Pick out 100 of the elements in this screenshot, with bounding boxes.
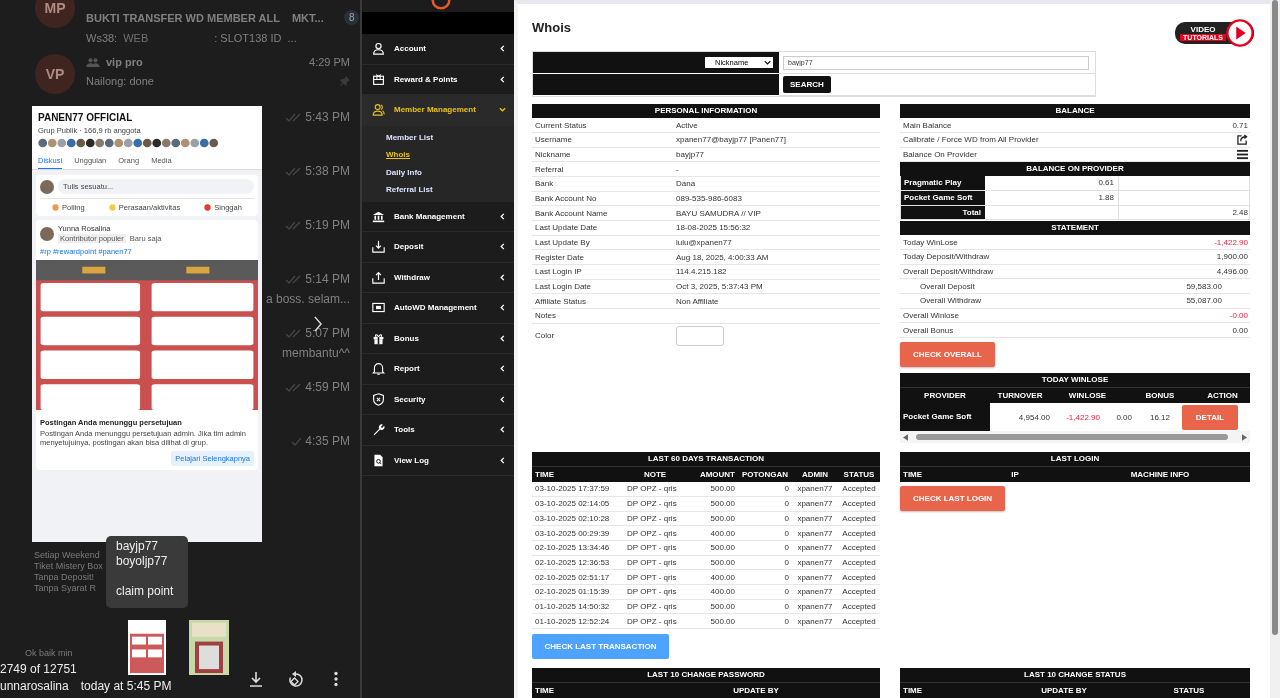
field-value: Aug 18, 2025, 4:00:33 AM [676, 252, 769, 262]
person-icon [372, 42, 385, 56]
table-cell-text: DP OPZ - qris [626, 513, 678, 523]
avatar: MP [35, 0, 75, 28]
field-label: Username [535, 135, 573, 145]
field-value: 1,900.00 [1216, 252, 1248, 262]
sent-time: today at 5:45 PM [80, 679, 172, 693]
message-time: 4:35 PM [305, 434, 350, 448]
total-value: 2.48 [1231, 206, 1249, 219]
column-header: ACTION [1206, 390, 1239, 403]
table-cell-text: 500.00 [709, 543, 736, 553]
message-text: Setiap Weekend [34, 550, 101, 560]
field-value: xpanen77@bayjp77 [Panen77] [676, 135, 786, 145]
scroll-right-icon[interactable] [1242, 433, 1247, 441]
rotate-icon[interactable] [288, 671, 304, 687]
table-cell-text: DP OPZ - qris [626, 484, 678, 494]
field-label: Notes [535, 311, 557, 321]
section-header: STATEMENT [900, 221, 1250, 236]
table-cell-text: 0 [783, 572, 790, 582]
wrench-icon [372, 423, 385, 437]
search-button[interactable]: SEARCH [783, 76, 831, 94]
field-label: Last Update Date [535, 223, 599, 233]
table-cell-text: 02-10-2025 02:51:17 [534, 572, 611, 582]
field-value: -1,422.90 [1214, 237, 1248, 247]
column-header: NOTE [642, 470, 668, 480]
card-icon [372, 301, 385, 315]
message-preview: WEB [123, 32, 149, 44]
table-cell-text: 03-10-2025 02:14:05 [534, 499, 611, 509]
field-label: Color [535, 331, 556, 341]
vertical-scrollbar[interactable] [1270, 0, 1280, 698]
table-cell-text: 0 [783, 484, 790, 494]
field-value: lulu@xpanen77 [676, 238, 732, 248]
table-cell-text: 500.00 [709, 499, 736, 509]
table-cell-text: Accepted [841, 499, 877, 509]
section-header: LAST 60 DAYS TRANSACTION [532, 452, 880, 467]
table-cell-text: 500.00 [709, 513, 736, 523]
table-cell-text: 03-10-2025 17:37:59 [534, 484, 611, 494]
table-cell-text: Accepted [841, 513, 877, 523]
submenu-item[interactable]: Whois [386, 146, 410, 164]
table-cell-text: DP OPZ - qris [626, 601, 678, 611]
table-cell-text: Accepted [841, 557, 877, 567]
sender-name: unnarosalina [0, 679, 69, 693]
table-cell-text: xpanen77 [796, 528, 834, 538]
column-header: TURNOVER [996, 390, 1044, 403]
sidebar-item[interactable]: Member Management [362, 95, 514, 126]
table-cell-text: 0 [783, 499, 790, 509]
table-cell-text: Accepted [841, 543, 877, 553]
message-time: 5:14 PM [305, 272, 350, 286]
field-label: Balance On Provider [903, 149, 977, 159]
table-cell-text: 0 [783, 601, 790, 611]
table-cell-text: 400.00 [709, 528, 736, 538]
table-cell-text: DP OPZ - qris [626, 499, 678, 509]
upload-icon [372, 270, 385, 284]
submenu-item[interactable]: Referral List [386, 181, 433, 199]
avatar [40, 226, 54, 241]
table-cell-text: 500.00 [709, 557, 736, 567]
column-header: WINLOSE [1067, 390, 1108, 403]
submenu-item[interactable]: Daily Info [386, 163, 422, 181]
field-label: Last Login Date [535, 282, 593, 292]
table-cell-text: DP OPT - qris [626, 557, 678, 567]
list-icon[interactable] [1237, 148, 1248, 160]
table-cell-text: 500.00 [709, 484, 736, 494]
submenu-item[interactable]: Member List [386, 128, 434, 146]
field-label: Overall Deposit/Withdraw [903, 267, 994, 277]
field-label: Referral [535, 164, 565, 174]
column-header: TIME [902, 685, 924, 697]
column-header: TIME [534, 685, 556, 697]
table-cell-text: -1,422.90 [1065, 412, 1100, 422]
document-icon [372, 453, 385, 467]
table-cell-text: 0 [783, 528, 790, 538]
table-cell-text: DP OPZ - qris [626, 528, 678, 538]
column-header: TIME [902, 469, 924, 482]
field-label: Last Login IP [535, 267, 583, 277]
field-value: 089-535-986-6083 [676, 193, 742, 203]
table-cell-text: 0.00 [1115, 412, 1132, 422]
field-label: Overall Winlose [903, 311, 959, 321]
message-preview: Nailong: done [86, 75, 154, 87]
column-header: STATUS [1172, 685, 1206, 697]
download-icon[interactable] [248, 671, 264, 687]
field-label: Overall Bonus [903, 325, 954, 335]
play-icon [1226, 19, 1254, 47]
message-time: 4:59 PM [305, 380, 350, 394]
share-icon[interactable] [1237, 134, 1248, 146]
column-header: BONUS [1144, 390, 1176, 403]
column-header: UPDATE BY [732, 685, 780, 697]
bell-icon [372, 362, 385, 376]
table-cell-text: xpanen77 [796, 499, 834, 509]
field-label: Bank Account Name [535, 208, 609, 218]
scroll-left-icon[interactable] [903, 433, 908, 441]
field-label: Overall Deposit [920, 281, 975, 291]
table-cell-text: 500.00 [709, 616, 736, 626]
message-time: 5:19 PM [305, 218, 350, 232]
color-field[interactable] [676, 325, 724, 346]
table-cell-text: xpanen77 [796, 557, 834, 567]
section-header: BALANCE [900, 104, 1250, 119]
field-label: Today WinLose [903, 237, 958, 247]
message-preview: ... [287, 32, 297, 44]
field-value: 59,583.00 [1186, 281, 1222, 291]
table-cell-text: xpanen77 [796, 616, 834, 626]
horizontal-scrollbar[interactable] [900, 431, 1250, 444]
